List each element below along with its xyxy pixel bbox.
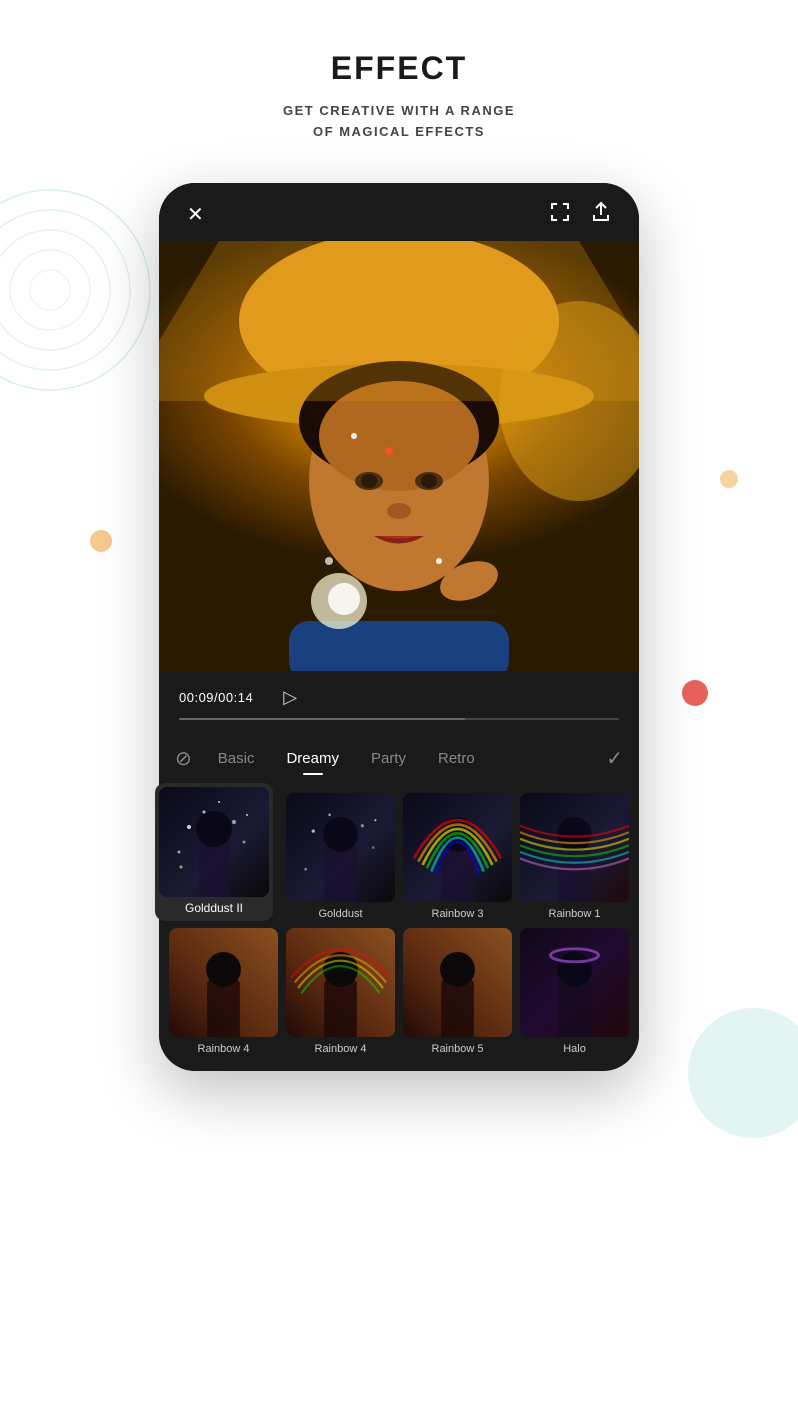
- effect-thumb-halo: [520, 928, 629, 1037]
- effect-thumb-rainbow4b: [286, 928, 395, 1037]
- no-effect-icon[interactable]: ⊘: [175, 746, 192, 771]
- effect-label-rainbow1: Rainbow 1: [549, 908, 601, 920]
- selected-tooltip: Golddust II: [155, 783, 273, 921]
- confirm-icon[interactable]: ✓: [606, 746, 623, 771]
- effect-item-rainbow3[interactable]: Rainbow 3: [403, 793, 512, 920]
- effect-item-halo[interactable]: Halo: [520, 928, 629, 1055]
- effect-thumb-golddust: [286, 793, 395, 902]
- effect-label-rainbow3: Rainbow 3: [432, 908, 484, 920]
- effect-item-rainbow4a[interactable]: Rainbow 4: [169, 928, 278, 1055]
- time-display: 00:09/00:14: [179, 690, 253, 705]
- effect-item-rainbow1[interactable]: Rainbow 1: [520, 793, 629, 920]
- page-title: EFFECT: [20, 50, 778, 87]
- video-preview: [159, 241, 639, 671]
- effect-thumb-golddust2-large: [159, 787, 269, 897]
- effect-label-rainbow4a: Rainbow 4: [198, 1043, 250, 1055]
- effects-grid: Golddust II: [159, 783, 639, 1071]
- effect-item-golddust2[interactable]: Golddust II: [169, 793, 278, 920]
- share-icon[interactable]: [591, 201, 611, 229]
- phone-topbar: ✕: [159, 183, 639, 241]
- phone-mockup: ✕: [0, 173, 798, 1071]
- effect-item-rainbow5[interactable]: Rainbow 5: [403, 928, 512, 1055]
- timeline-area: 00:09/00:14 ▷: [159, 671, 639, 732]
- play-button[interactable]: ▷: [283, 687, 297, 708]
- timeline-progress: [179, 718, 465, 720]
- effect-label-golddust: Golddust: [318, 908, 362, 920]
- effect-label-rainbow4b: Rainbow 4: [315, 1043, 367, 1055]
- fullscreen-icon[interactable]: [549, 201, 571, 229]
- timeline-controls: 00:09/00:14 ▷: [179, 687, 619, 708]
- tooltip-label: Golddust II: [159, 897, 269, 917]
- effect-thumb-rainbow1: [520, 793, 629, 902]
- effect-thumb-rainbow4a: [169, 928, 278, 1037]
- effect-thumb-rainbow3: [403, 793, 512, 902]
- effect-item-rainbow4b[interactable]: Rainbow 4: [286, 928, 395, 1055]
- effects-tabs: ⊘ Basic Dreamy Party Retro ✓: [159, 732, 639, 783]
- page-subtitle: GET CREATIVE WITH A RANGEOF MAGICAL EFFE…: [20, 101, 778, 143]
- tab-dreamy[interactable]: Dreamy: [270, 746, 355, 771]
- tab-party[interactable]: Party: [355, 746, 422, 771]
- tab-basic[interactable]: Basic: [202, 746, 271, 771]
- effect-label-rainbow5: Rainbow 5: [432, 1043, 484, 1055]
- tab-retro[interactable]: Retro: [422, 746, 491, 771]
- timeline-bar[interactable]: [179, 718, 619, 720]
- effect-item-golddust[interactable]: Golddust: [286, 793, 395, 920]
- close-icon[interactable]: ✕: [187, 202, 204, 227]
- effect-thumb-rainbow5: [403, 928, 512, 1037]
- phone-frame: ✕: [159, 183, 639, 1071]
- topbar-right-icons: [549, 201, 611, 229]
- page-header: EFFECT GET CREATIVE WITH A RANGEOF MAGIC…: [0, 0, 798, 173]
- effect-label-halo: Halo: [563, 1043, 586, 1055]
